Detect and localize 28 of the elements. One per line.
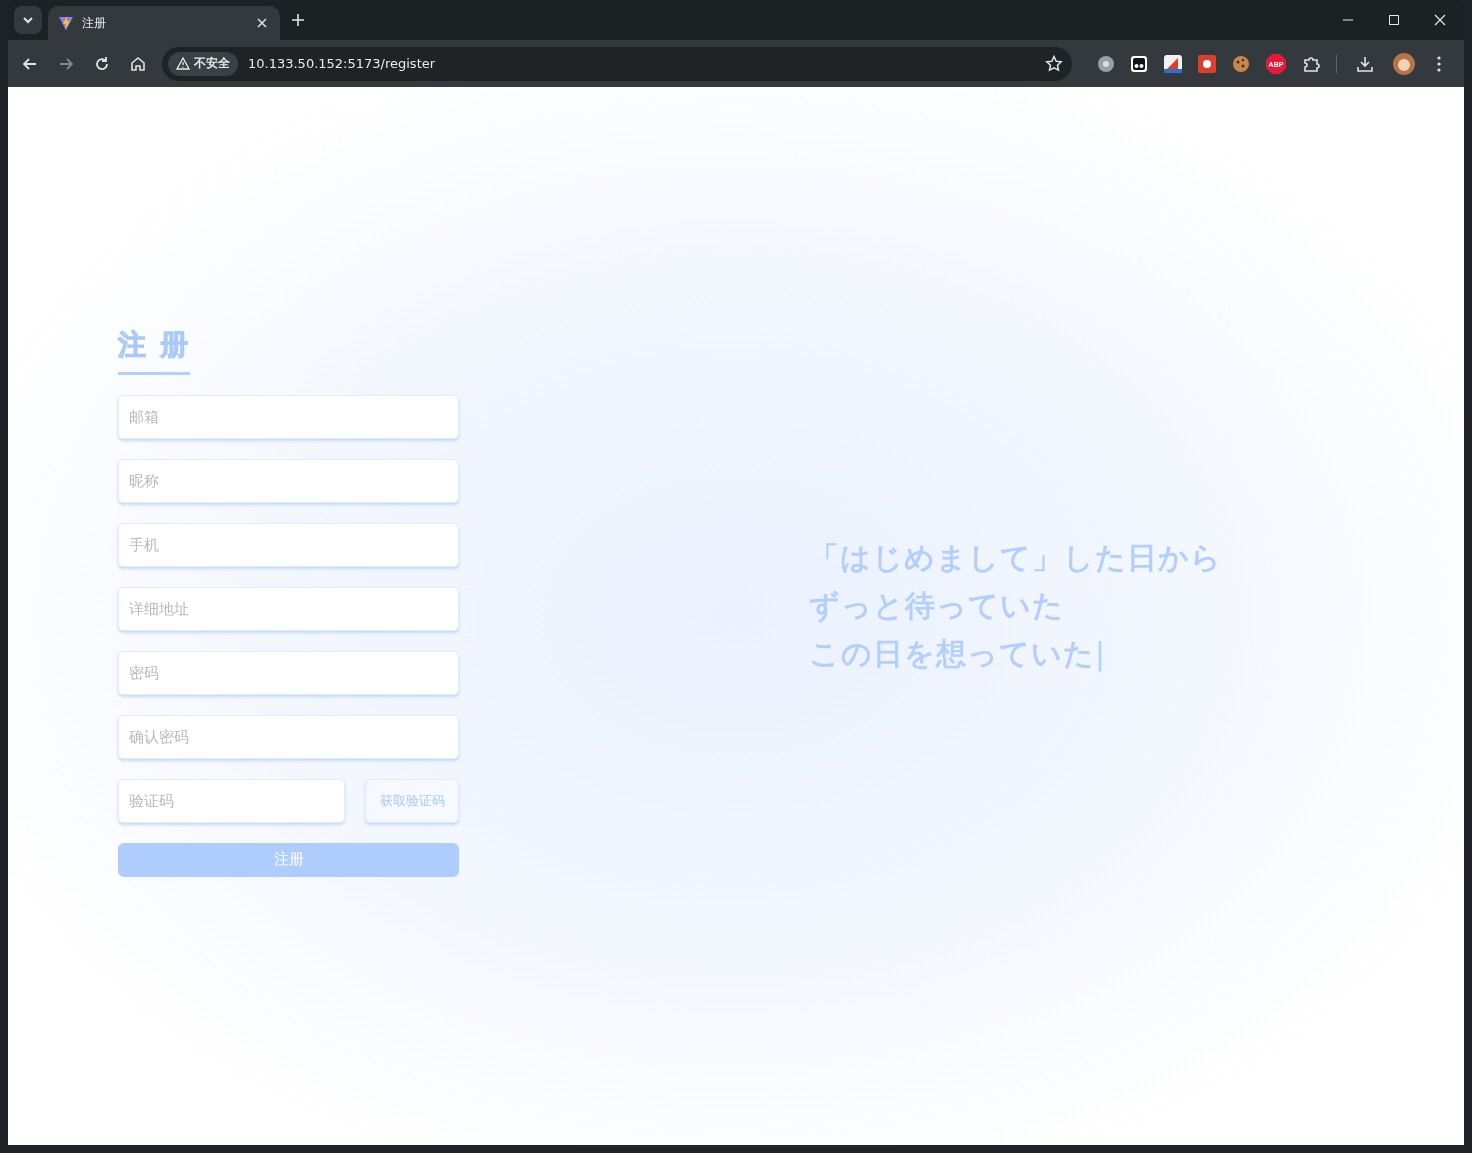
browser-tab[interactable]: 注册	[48, 6, 280, 40]
extension-icon[interactable]	[1164, 54, 1182, 73]
text-cursor: |	[1095, 636, 1107, 671]
typewriter-line: この日を想っていた|	[809, 635, 1108, 674]
cookie-icon[interactable]	[1232, 54, 1250, 73]
register-title: 注 册	[118, 325, 190, 375]
vite-logo-icon	[58, 15, 74, 31]
input-field[interactable]: 昵称	[118, 458, 459, 503]
extension-icon[interactable]	[1198, 54, 1216, 73]
security-chip[interactable]: 不安全	[168, 51, 238, 76]
extensions-icon[interactable]	[1302, 54, 1320, 73]
address-bar[interactable]: 不安全 10.133.50.152:5173/register	[162, 46, 1072, 81]
tab-title: 注册	[82, 14, 107, 32]
extension-icon[interactable]	[1098, 55, 1114, 72]
input-field[interactable]: 邮箱	[118, 394, 459, 439]
typewriter-line: ずっと待っていた	[809, 587, 1065, 625]
code-input-field[interactable]: 验证码	[118, 778, 345, 823]
url-text: 10.133.50.152:5173/register	[248, 56, 437, 71]
warning-icon	[176, 57, 190, 70]
input-field[interactable]: 详细地址	[118, 586, 459, 631]
input-field[interactable]: 密码	[118, 650, 459, 695]
extension-icon[interactable]	[1130, 54, 1148, 73]
typewriter-line: 「はじめまして」した日から	[809, 539, 1222, 577]
input-field[interactable]: 确认密码	[118, 714, 459, 759]
tab-list-button[interactable]	[14, 6, 42, 34]
avatar-icon[interactable]	[1393, 52, 1415, 75]
input-field[interactable]: 手机	[118, 522, 459, 567]
chevron-down-icon	[22, 14, 34, 26]
